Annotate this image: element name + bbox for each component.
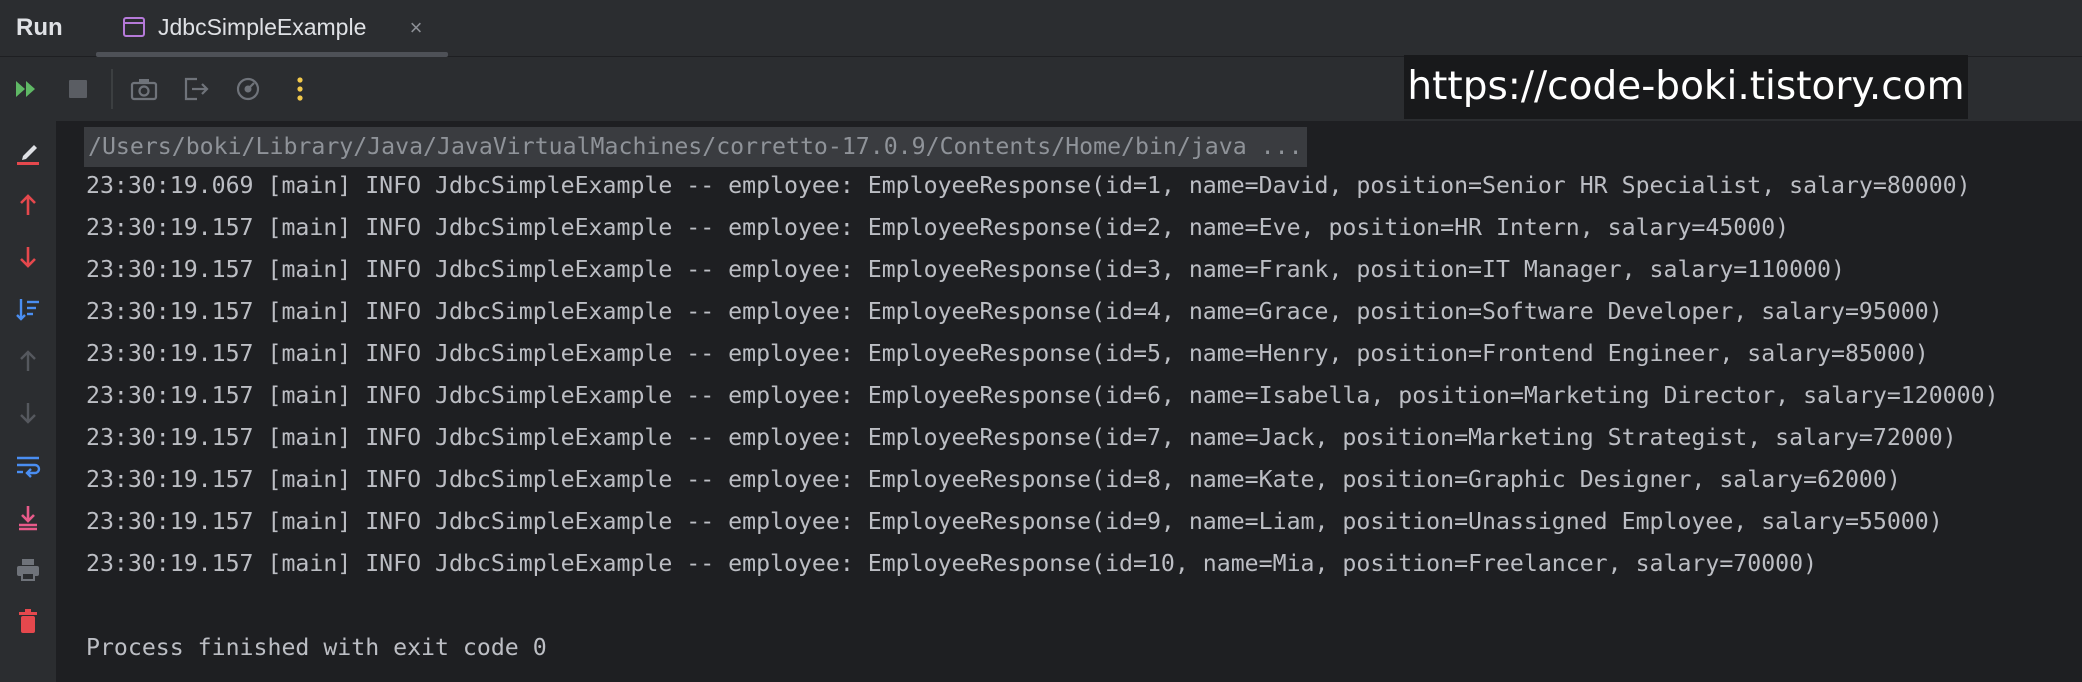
log-line: 23:30:19.157 [main] INFO JdbcSimpleExamp…: [86, 214, 1790, 241]
more-icon[interactable]: [280, 69, 320, 109]
close-icon[interactable]: ×: [404, 0, 428, 55]
tab-label: JdbcSimpleExample: [158, 14, 367, 40]
log-line: 23:30:19.157 [main] INFO JdbcSimpleExamp…: [86, 298, 1943, 325]
print-icon[interactable]: [8, 549, 48, 589]
run-tool-window: Run JdbcSimpleExample × https://code-bok…: [0, 0, 2082, 682]
up-arrow-disabled-icon: [8, 341, 48, 381]
log-line: 23:30:19.157 [main] INFO JdbcSimpleExamp…: [86, 508, 1943, 535]
down-arrow-icon[interactable]: [8, 237, 48, 277]
trash-icon[interactable]: [8, 601, 48, 641]
run-tab-bar: Run JdbcSimpleExample ×: [0, 0, 2082, 57]
scroll-to-end-icon[interactable]: [8, 497, 48, 537]
console-output[interactable]: /Users/boki/Library/Java/JavaVirtualMach…: [56, 121, 2082, 682]
log-line: 23:30:19.157 [main] INFO JdbcSimpleExamp…: [86, 424, 1957, 451]
toolbar-separator: [111, 69, 113, 109]
down-arrow-disabled-icon: [8, 393, 48, 433]
run-panel-title: Run: [16, 14, 63, 41]
log-line: 23:30:19.069 [main] INFO JdbcSimpleExamp…: [86, 172, 1971, 199]
log-line: 23:30:19.157 [main] INFO JdbcSimpleExamp…: [86, 340, 1929, 367]
application-window-icon: [122, 15, 146, 39]
exit-icon[interactable]: [176, 69, 216, 109]
sort-icon[interactable]: [8, 289, 48, 329]
up-arrow-icon[interactable]: [8, 185, 48, 225]
soft-wrap-icon[interactable]: [8, 445, 48, 485]
watermark-url: https://code-boki.tistory.com: [1404, 55, 1968, 119]
java-command-line[interactable]: /Users/boki/Library/Java/JavaVirtualMach…: [84, 127, 1307, 167]
log-line: 23:30:19.157 [main] INFO JdbcSimpleExamp…: [86, 256, 1845, 283]
settings-icon[interactable]: [228, 69, 268, 109]
log-line: 23:30:19.157 [main] INFO JdbcSimpleExamp…: [86, 382, 1999, 409]
log-line: 23:30:19.157 [main] INFO JdbcSimpleExamp…: [86, 466, 1901, 493]
edit-icon[interactable]: [8, 133, 48, 173]
process-exit-message: Process finished with exit code 0: [86, 634, 547, 661]
console-side-toolbar: [0, 121, 56, 682]
rerun-icon[interactable]: [6, 69, 46, 109]
tab-jdbc-simple-example[interactable]: JdbcSimpleExample ×: [96, 0, 448, 57]
camera-icon[interactable]: [124, 69, 164, 109]
stop-icon[interactable]: [58, 69, 98, 109]
log-line: 23:30:19.157 [main] INFO JdbcSimpleExamp…: [86, 550, 1818, 577]
